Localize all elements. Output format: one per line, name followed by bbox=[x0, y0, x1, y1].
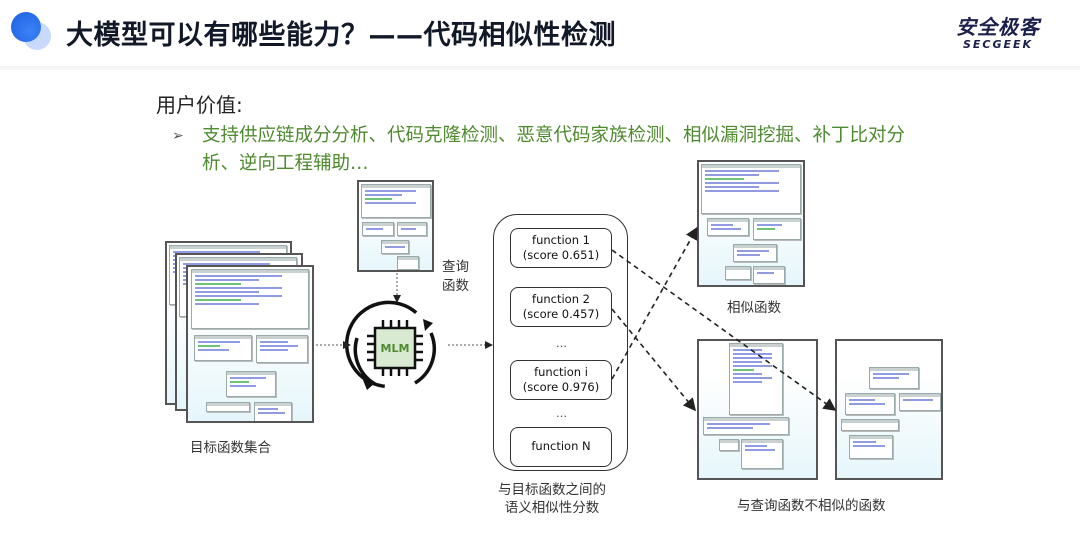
edge-function-i-to-similar bbox=[611, 226, 698, 380]
diagram-connectors bbox=[316, 226, 837, 412]
edge-function-2-to-dissimilar-a bbox=[611, 308, 697, 412]
edge-function-1-to-dissimilar-b bbox=[611, 249, 837, 411]
